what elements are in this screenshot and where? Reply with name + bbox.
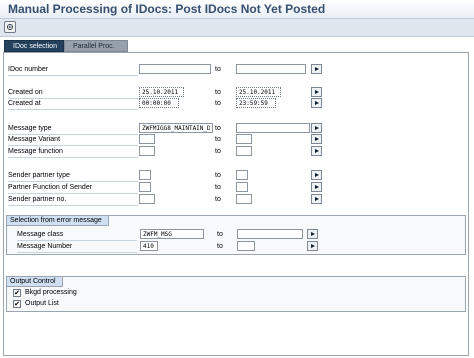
- bkgd-processing-label: Bkgd processing: [25, 289, 77, 296]
- partner-function-sender-to-field[interactable]: [236, 182, 248, 192]
- to-label: to: [217, 243, 223, 250]
- row-separator: [8, 181, 138, 182]
- error-message-group: Selection from error message Message cla…: [6, 215, 466, 255]
- sender-partner-type-multiple-selection-button[interactable]: [311, 170, 322, 180]
- idoc-number-multiple-selection-button[interactable]: [311, 64, 322, 74]
- selection-screen: IDoc number to Created on to Created at …: [3, 52, 469, 356]
- to-label: to: [215, 184, 221, 191]
- to-label: to: [215, 125, 221, 132]
- message-class-multiple-selection-button[interactable]: [307, 229, 318, 239]
- message-class-from-field[interactable]: [140, 229, 204, 239]
- partner-function-sender-multiple-selection-button[interactable]: [311, 182, 322, 192]
- sender-partner-type-to-field[interactable]: [236, 170, 248, 180]
- to-label: to: [215, 89, 221, 96]
- row-separator: [17, 240, 137, 241]
- to-label: to: [215, 172, 221, 179]
- row-separator: [8, 205, 138, 206]
- message-variant-multiple-selection-button[interactable]: [311, 134, 322, 144]
- to-label: to: [217, 231, 223, 238]
- created-on-multiple-selection-button[interactable]: [311, 87, 322, 97]
- tab-parallel-proc[interactable]: Parallel Proc.: [64, 40, 128, 52]
- created-at-to-field[interactable]: [236, 98, 276, 108]
- execute-icon: [7, 24, 13, 30]
- sender-partner-type-from-field[interactable]: [139, 170, 151, 180]
- to-label: to: [215, 196, 221, 203]
- to-label: to: [215, 136, 221, 143]
- message-class-label: Message class: [17, 231, 64, 238]
- error-message-group-title: Selection from error message: [7, 216, 109, 226]
- created-on-from-field[interactable]: [139, 87, 184, 97]
- sender-partner-no-multiple-selection-button[interactable]: [311, 194, 322, 204]
- idoc-number-from-field[interactable]: [139, 64, 211, 74]
- created-at-multiple-selection-button[interactable]: [311, 98, 322, 108]
- sender-partner-no-to-field[interactable]: [236, 194, 252, 204]
- message-number-label: Message Number: [17, 243, 73, 250]
- to-label: to: [215, 66, 221, 73]
- created-on-to-field[interactable]: [236, 87, 281, 97]
- bkgd-processing-checkbox[interactable]: ✔: [13, 289, 21, 297]
- row-separator: [8, 145, 138, 146]
- message-number-from-field[interactable]: [140, 241, 158, 251]
- message-type-from-field[interactable]: [139, 123, 213, 133]
- partner-function-sender-label: Partner Function of Sender: [8, 184, 93, 191]
- created-at-label: Created at: [8, 100, 41, 107]
- output-list-label: Output List: [25, 300, 59, 307]
- message-type-label: Message type: [8, 125, 52, 132]
- sender-partner-no-label: Sender partner no.: [8, 196, 67, 203]
- sender-partner-type-label: Sender partner type: [8, 172, 70, 179]
- row-separator: [8, 193, 138, 194]
- title-bar: Manual Processing of IDocs: Post IDocs N…: [0, 0, 474, 18]
- message-type-to-field[interactable]: [236, 123, 310, 133]
- message-variant-label: Message Variant: [8, 136, 61, 143]
- application-toolbar: [0, 18, 474, 37]
- to-label: to: [215, 148, 221, 155]
- message-type-multiple-selection-button[interactable]: [311, 123, 322, 133]
- row-separator: [17, 252, 137, 253]
- message-class-to-field[interactable]: [237, 229, 303, 239]
- message-function-to-field[interactable]: [236, 146, 252, 156]
- idoc-number-to-field[interactable]: [236, 64, 306, 74]
- idoc-number-label: IDoc number: [8, 66, 49, 73]
- output-control-group: Output Control ✔ Bkgd processing ✔ Outpu…: [6, 276, 466, 312]
- output-control-group-title: Output Control: [7, 277, 63, 287]
- to-label: to: [215, 100, 221, 107]
- row-separator: [8, 109, 138, 110]
- message-number-multiple-selection-button[interactable]: [307, 241, 318, 251]
- message-variant-to-field[interactable]: [236, 134, 252, 144]
- message-variant-from-field[interactable]: [139, 134, 155, 144]
- output-list-checkbox[interactable]: ✔: [13, 300, 21, 308]
- execute-button[interactable]: [4, 21, 16, 33]
- partner-function-sender-from-field[interactable]: [139, 182, 151, 192]
- row-separator: [8, 157, 138, 158]
- row-separator: [8, 75, 138, 76]
- page-title: Manual Processing of IDocs: Post IDocs N…: [8, 2, 326, 16]
- tab-idoc-selection[interactable]: IDoc selection: [4, 40, 64, 52]
- sender-partner-no-from-field[interactable]: [139, 194, 155, 204]
- message-function-label: Message function: [8, 148, 63, 155]
- message-number-to-field[interactable]: [237, 241, 255, 251]
- created-on-label: Created on: [8, 89, 43, 96]
- message-function-multiple-selection-button[interactable]: [311, 146, 322, 156]
- message-function-from-field[interactable]: [139, 146, 155, 156]
- created-at-from-field[interactable]: [139, 98, 179, 108]
